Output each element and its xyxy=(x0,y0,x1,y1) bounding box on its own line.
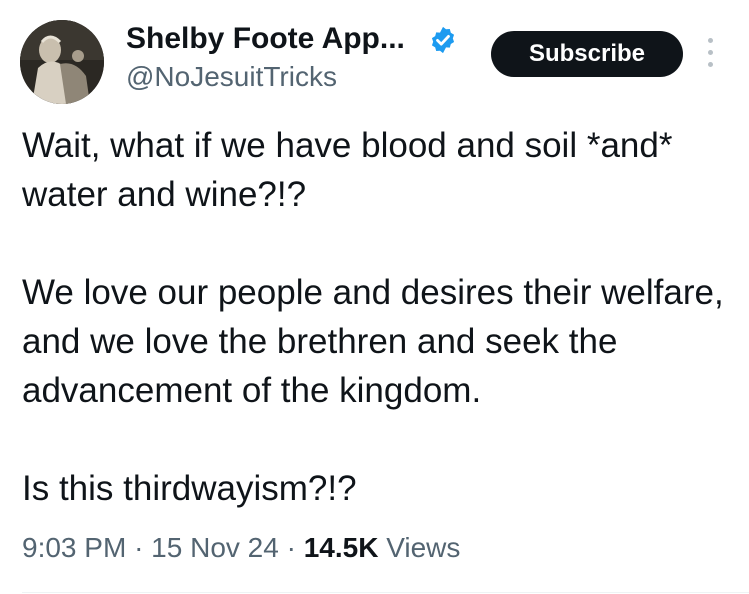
views-count: 14.5K xyxy=(303,532,379,563)
tweet-paragraph: Wait, what if we have blood and soil *an… xyxy=(22,126,673,214)
subscribe-button[interactable]: Subscribe xyxy=(491,31,683,77)
more-vertical-icon[interactable] xyxy=(703,38,717,72)
tweet-meta: 9:03 PM · 15 Nov 24 · 14.5K Views xyxy=(22,530,460,566)
handle[interactable]: @NoJesuitTricks xyxy=(126,60,337,94)
avatar[interactable] xyxy=(20,20,104,104)
meta-separator: · xyxy=(286,532,296,563)
divider xyxy=(22,592,749,593)
views-label: Views xyxy=(386,532,461,563)
tweet-date[interactable]: 15 Nov 24 xyxy=(151,532,279,563)
portrait-avatar xyxy=(20,20,104,104)
meta-separator: · xyxy=(134,532,144,563)
display-name[interactable]: Shelby Foote App... xyxy=(126,20,405,58)
tweet-time[interactable]: 9:03 PM xyxy=(22,532,126,563)
tweet-text: Wait, what if we have blood and soil *an… xyxy=(22,121,742,513)
verified-badge-icon xyxy=(431,26,455,54)
tweet-paragraph: We love our people and desires their wel… xyxy=(22,273,724,410)
tweet-paragraph: Is this thirdwayism?!? xyxy=(22,469,357,508)
